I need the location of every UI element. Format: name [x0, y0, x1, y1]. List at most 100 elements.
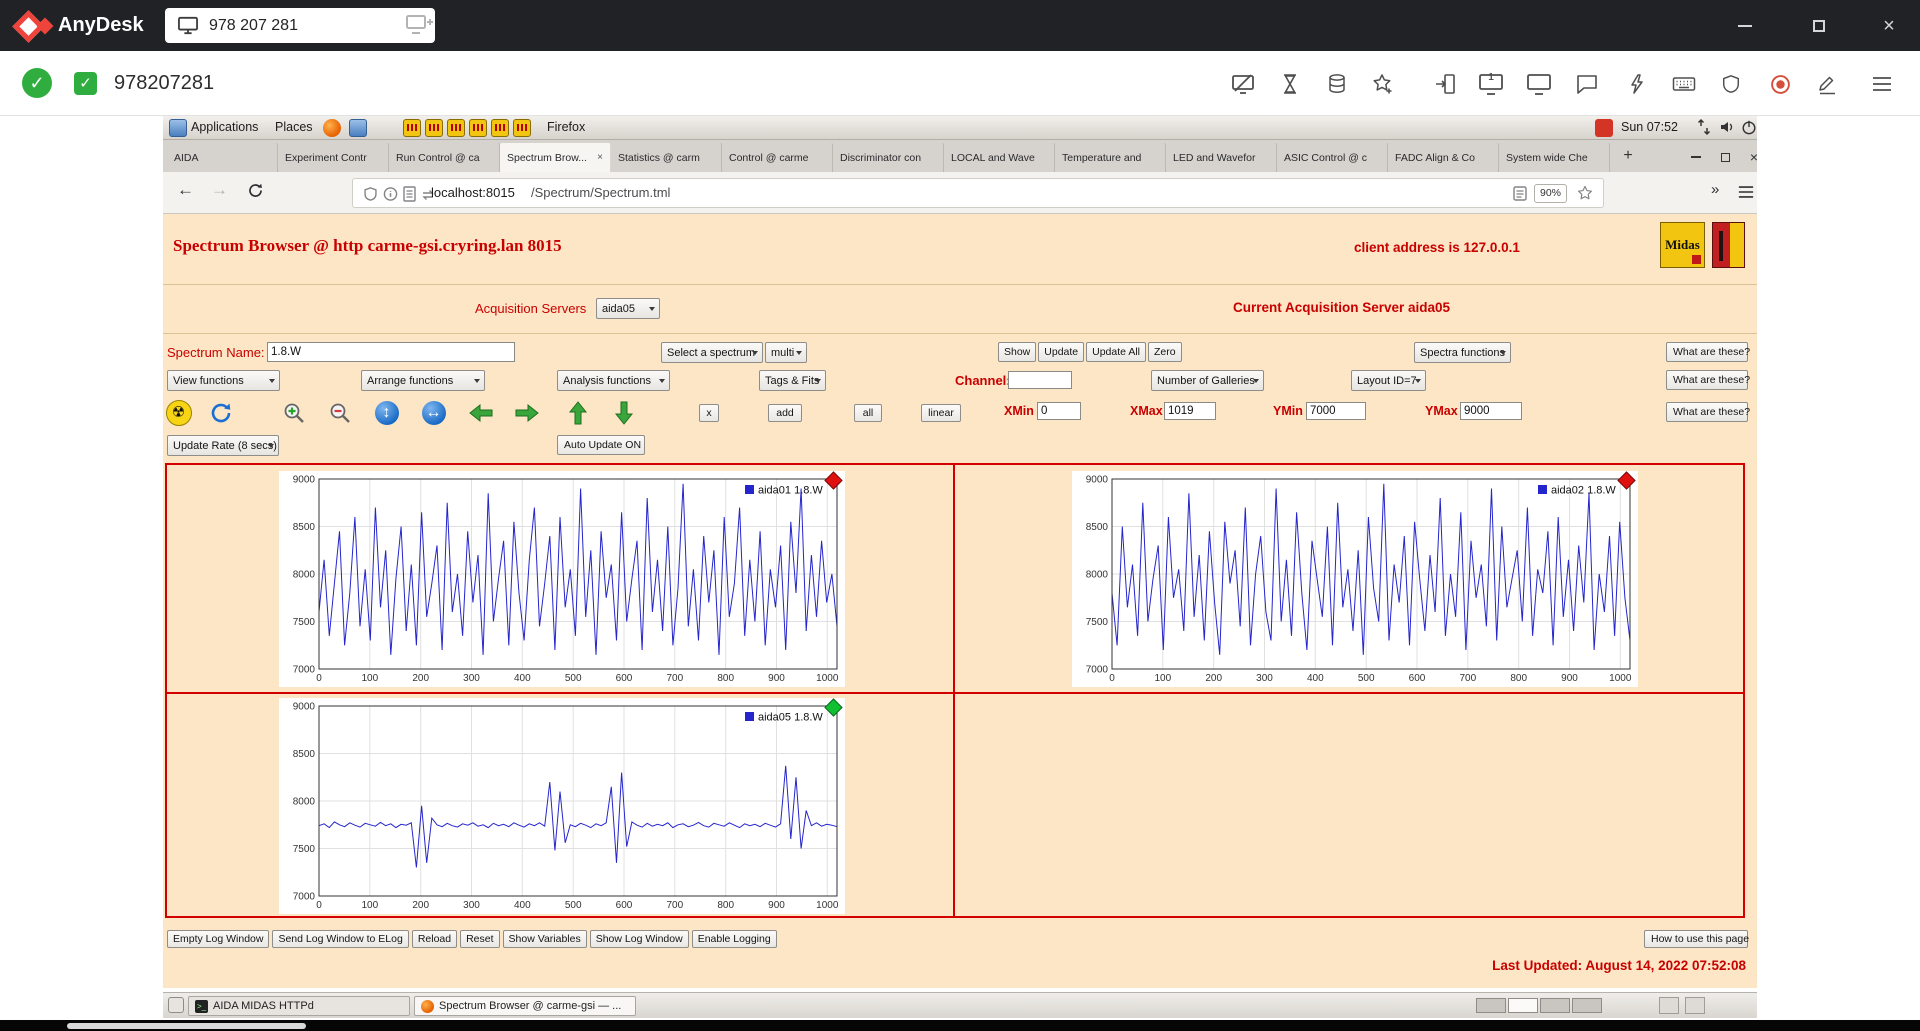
- galleries-select[interactable]: Number of Galleries: [1151, 370, 1264, 391]
- zoom-level-badge[interactable]: 90%: [1534, 184, 1567, 203]
- back-button[interactable]: ←: [177, 180, 194, 200]
- view-functions-select[interactable]: View functions: [167, 370, 280, 391]
- record-session-button[interactable]: [1765, 69, 1795, 99]
- file-transfer-button[interactable]: [1322, 69, 1352, 99]
- what-are-these-button[interactable]: What are these?: [1666, 402, 1748, 422]
- update-button[interactable]: Update: [1038, 342, 1084, 362]
- select-spectrum-select[interactable]: Select a spectrum: [661, 342, 763, 363]
- auto-update-button[interactable]: Auto Update ON: [557, 435, 645, 455]
- browser-tab[interactable]: Statistics @ carm: [611, 143, 722, 172]
- monitor-1-tab[interactable]: 1: [1476, 69, 1506, 99]
- refresh-button[interactable]: [207, 399, 234, 426]
- how-to-use-button[interactable]: How to use this page: [1644, 930, 1748, 948]
- send-log-elog-button[interactable]: Send Log Window to ELog: [272, 930, 408, 948]
- applications-menu[interactable]: Applications: [191, 120, 258, 134]
- firefox-launcher-icon[interactable]: [323, 119, 341, 137]
- url-bar[interactable]: localhost:8015 /Spectrum/Spectrum.tml 90…: [352, 178, 1604, 208]
- window-close-button[interactable]: ×: [1867, 0, 1911, 51]
- window-list-icon[interactable]: [168, 997, 184, 1013]
- keyboard-button[interactable]: [1669, 69, 1699, 99]
- browser-tab[interactable]: LED and Wavefor: [1166, 143, 1277, 172]
- expand-vertical-button[interactable]: ↕: [373, 399, 400, 426]
- workspace-1[interactable]: [1476, 998, 1506, 1013]
- update-rate-select[interactable]: Update Rate (8 secs): [167, 435, 279, 456]
- midas-window-icon[interactable]: [425, 119, 443, 137]
- site-info-icon[interactable]: [383, 186, 398, 207]
- browser-tab[interactable]: Control @ carme: [722, 143, 833, 172]
- xmin-input[interactable]: [1037, 402, 1081, 420]
- midas-logo[interactable]: Midas: [1660, 222, 1705, 268]
- volume-tray-icon[interactable]: [1719, 119, 1735, 138]
- browser-tab[interactable]: AIDA: [167, 143, 278, 172]
- zero-button[interactable]: Zero: [1148, 342, 1182, 362]
- ymin-input[interactable]: [1306, 402, 1366, 420]
- midas-window-icon[interactable]: [469, 119, 487, 137]
- firefox-minimize-button[interactable]: [1685, 149, 1707, 165]
- browser-tab[interactable]: FADC Align & Co: [1388, 143, 1499, 172]
- tab-close-icon[interactable]: ×: [597, 152, 603, 163]
- midas-window-icon[interactable]: [491, 119, 509, 137]
- tray-applet[interactable]: [1659, 997, 1679, 1014]
- show-button[interactable]: Show: [998, 342, 1036, 362]
- show-log-window-button[interactable]: Show Log Window: [590, 930, 689, 948]
- scroll-up-button[interactable]: [564, 399, 591, 426]
- window-maximize-button[interactable]: [1797, 0, 1841, 51]
- whiteboard-button[interactable]: [1812, 69, 1842, 99]
- scroll-right-button[interactable]: [513, 399, 540, 426]
- add-favorite-button[interactable]: [1368, 69, 1398, 99]
- zoom-out-button[interactable]: [326, 399, 353, 426]
- reload-button[interactable]: Reload: [412, 930, 457, 948]
- show-variables-button[interactable]: Show Variables: [503, 930, 587, 948]
- zoom-in-button[interactable]: [280, 399, 307, 426]
- x-button[interactable]: x: [699, 404, 719, 422]
- multi-select[interactable]: multi: [765, 342, 807, 363]
- layout-id-select[interactable]: Layout ID=7: [1351, 370, 1426, 391]
- taskbar-item-firefox[interactable]: Spectrum Browser @ carme-gsi — ...: [414, 996, 636, 1016]
- analysis-functions-select[interactable]: Analysis functions: [557, 370, 670, 391]
- workspace-4[interactable]: [1572, 998, 1602, 1013]
- network-tray-icon[interactable]: [1697, 119, 1711, 138]
- firefox-maximize-button[interactable]: [1714, 149, 1736, 165]
- expand-horizontal-button[interactable]: ↔: [420, 399, 447, 426]
- browser-tab[interactable]: LOCAL and Wave: [944, 143, 1055, 172]
- new-session-button[interactable]: [405, 13, 435, 39]
- notification-tray-icon[interactable]: [1595, 119, 1613, 137]
- browser-tab[interactable]: Experiment Contr: [278, 143, 389, 172]
- reset-button[interactable]: Reset: [460, 930, 499, 948]
- window-minimize-button[interactable]: [1723, 0, 1767, 51]
- xmax-input[interactable]: [1164, 402, 1216, 420]
- midas-window-icon[interactable]: [403, 119, 421, 137]
- browser-tab[interactable]: System wide Che: [1499, 143, 1610, 172]
- spectrum-chart-aida05[interactable]: 7000750080008500900001002003004005006007…: [279, 698, 845, 914]
- permissions-button[interactable]: [1716, 69, 1746, 99]
- institute-logo[interactable]: [1712, 222, 1745, 268]
- browser-tab[interactable]: Run Control @ ca: [389, 143, 500, 172]
- browser-tab[interactable]: Spectrum Brow...×: [500, 143, 611, 172]
- workspace-2[interactable]: [1508, 998, 1538, 1013]
- what-are-these-button[interactable]: What are these?: [1666, 370, 1748, 390]
- radiation-button[interactable]: ☢: [165, 399, 192, 426]
- tracking-shield-icon[interactable]: [363, 186, 378, 207]
- taskbar-item-midas[interactable]: >_ AIDA MIDAS HTTPd: [188, 996, 410, 1016]
- overflow-menu-button[interactable]: »: [1711, 181, 1719, 198]
- enable-logging-button[interactable]: Enable Logging: [692, 930, 777, 948]
- what-are-these-button[interactable]: What are these?: [1666, 342, 1748, 362]
- monitor-2-tab[interactable]: [1524, 69, 1554, 99]
- chat-button[interactable]: [1572, 69, 1602, 99]
- browser-tab[interactable]: Temperature and: [1055, 143, 1166, 172]
- new-tab-button[interactable]: +: [1615, 144, 1641, 170]
- session-tab[interactable]: 978 207 281: [165, 8, 435, 43]
- horizontal-scrollbar-thumb[interactable]: [67, 1023, 306, 1029]
- scroll-down-button[interactable]: [610, 399, 637, 426]
- actions-button[interactable]: [1622, 69, 1652, 99]
- spectrum-chart-aida01[interactable]: 7000750080008500900001002003004005006007…: [279, 471, 845, 687]
- all-button[interactable]: all: [854, 404, 882, 422]
- spectrum-name-input[interactable]: [267, 342, 515, 362]
- permission-ok-icon[interactable]: ✓: [74, 72, 97, 95]
- tray-applet[interactable]: [1685, 997, 1705, 1014]
- add-button[interactable]: add: [768, 404, 802, 422]
- session-time-button[interactable]: [1275, 69, 1305, 99]
- places-menu[interactable]: Places: [275, 120, 313, 134]
- update-all-button[interactable]: Update All: [1086, 342, 1146, 362]
- linear-button[interactable]: linear: [921, 404, 961, 422]
